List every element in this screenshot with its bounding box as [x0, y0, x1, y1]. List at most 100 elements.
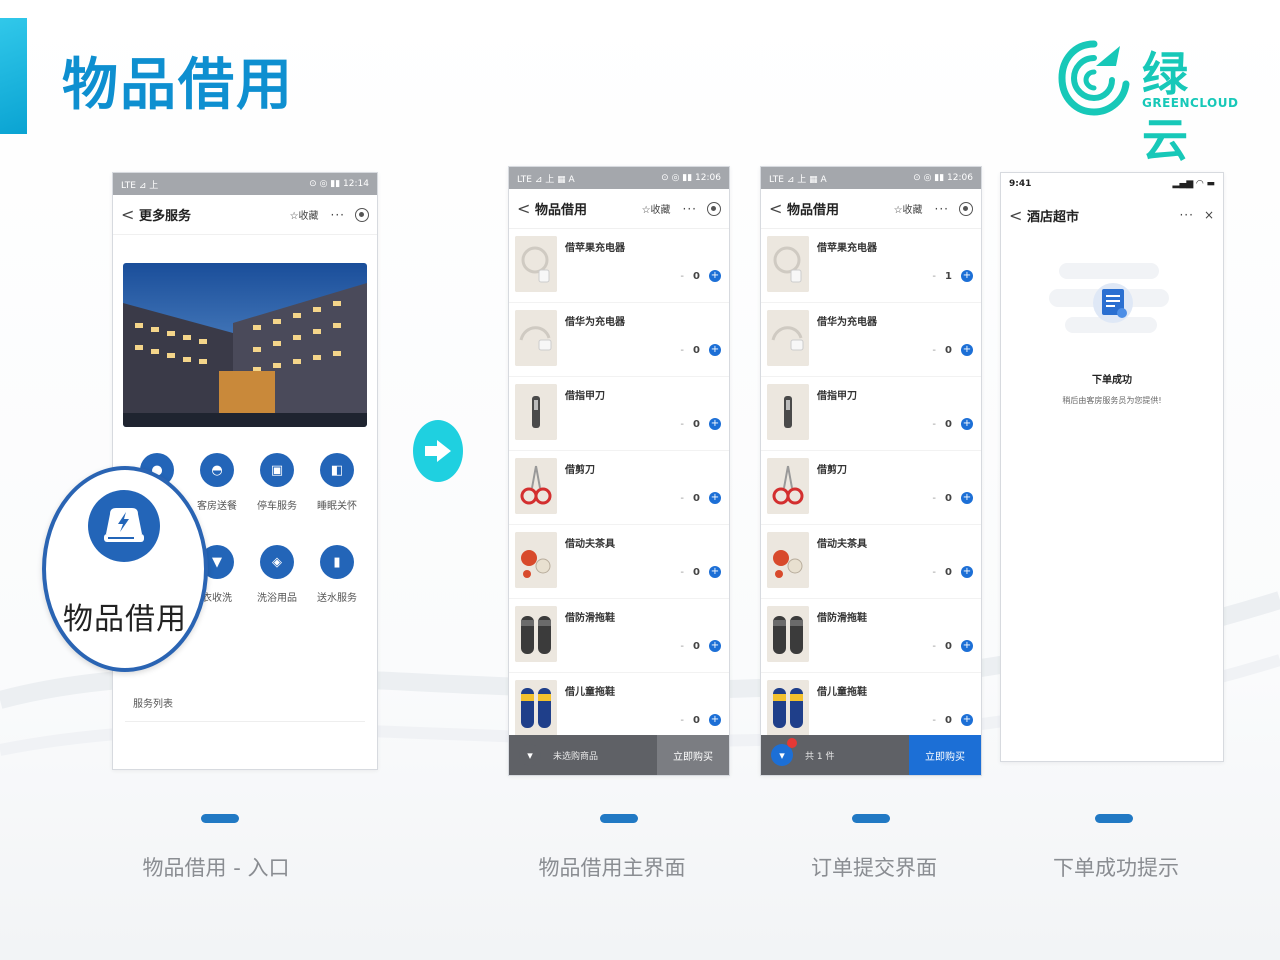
item-name: 借苹果充电器 — [565, 243, 625, 254]
minus-button[interactable]: - — [932, 271, 936, 282]
caption-marker — [201, 814, 239, 823]
cart-icon[interactable]: ▾ — [771, 738, 797, 766]
close-capsule-icon[interactable] — [707, 201, 721, 216]
cart-badge — [787, 738, 797, 748]
plus-button[interactable]: + — [709, 492, 721, 504]
minus-button[interactable]: - — [680, 271, 684, 282]
phone-order-screen: LTE ⊿ 上 ▦ A ⊙ ◎ ▮▮ 12:06 < 物品借用 ☆收藏 ··· … — [760, 166, 982, 776]
minus-button[interactable]: - — [680, 493, 684, 504]
item-name: 借剪刀 — [565, 465, 595, 476]
service-item-water[interactable]: ▮ 送水服务 — [307, 545, 367, 604]
bottle-icon: ◈ — [260, 545, 294, 579]
minus-button[interactable]: - — [680, 641, 684, 652]
item-row: 借剪刀 -0 + — [509, 451, 729, 525]
minus-button[interactable]: - — [932, 715, 936, 726]
back-icon[interactable]: < — [769, 199, 787, 218]
plus-button[interactable]: + — [709, 344, 721, 356]
minus-button[interactable]: - — [932, 567, 936, 578]
item-thumbnail — [515, 606, 557, 662]
minus-button[interactable]: - — [932, 641, 936, 652]
status-bar: LTE ⊿ 上 ▦ A ⊙ ◎ ▮▮ 12:06 — [761, 167, 981, 189]
phone-main-screen: LTE ⊿ 上 ▦ A ⊙ ◎ ▮▮ 12:06 < 物品借用 ☆收藏 ··· … — [508, 166, 730, 776]
plus-button[interactable]: + — [961, 492, 973, 504]
plus-button[interactable]: + — [961, 566, 973, 578]
plus-button[interactable]: + — [709, 566, 721, 578]
favorite-button[interactable]: ☆收藏 — [290, 207, 319, 222]
item-name: 借儿童拖鞋 — [817, 687, 867, 698]
item-name: 借指甲刀 — [565, 391, 605, 402]
item-name: 借动夫茶具 — [817, 539, 867, 550]
more-icon[interactable]: ··· — [1179, 208, 1193, 222]
item-name: 借儿童拖鞋 — [565, 687, 615, 698]
minus-button[interactable]: - — [680, 715, 684, 726]
divider — [125, 721, 365, 722]
plus-button[interactable]: + — [961, 714, 973, 726]
item-row: 借苹果充电器 -1 + — [761, 229, 981, 303]
plus-button[interactable]: + — [709, 714, 721, 726]
quantity-value: 0 — [945, 492, 952, 504]
item-row: 借防滑拖鞋 -0 + — [509, 599, 729, 673]
item-borrow-zoom-callout[interactable]: 物品借用 — [42, 466, 212, 676]
minus-button[interactable]: - — [680, 419, 684, 430]
phone-success-screen: 9:41 ▂▄▆ ◠ ▬ < 酒店超市 ··· × 下单成功 稍后由客房服务员为… — [1000, 172, 1224, 762]
service-list-label[interactable]: 服务列表 — [133, 695, 173, 710]
minus-button[interactable]: - — [932, 345, 936, 356]
item-name: 借剪刀 — [817, 465, 847, 476]
quantity-value: 0 — [693, 270, 700, 282]
item-thumbnail — [515, 532, 557, 588]
service-item-toiletries[interactable]: ◈ 洗浴用品 — [247, 545, 307, 604]
quantity-value: 0 — [945, 640, 952, 652]
moon-icon: ◧ — [320, 453, 354, 487]
minus-button[interactable]: - — [932, 493, 936, 504]
quantity-stepper: -0 + — [680, 714, 721, 726]
item-row: 借华为充电器 -0 + — [509, 303, 729, 377]
favorite-button[interactable]: ☆收藏 — [642, 201, 671, 216]
item-list: 借苹果充电器 -1 + 借华为充电器 -0 + 借指甲刀 -0 + 借剪刀 -0 + 借动夫茶具 -0 + 借… — [761, 229, 981, 747]
minus-button[interactable]: - — [680, 567, 684, 578]
quantity-stepper: -0 + — [932, 566, 973, 578]
item-row: 借剪刀 -0 + — [761, 451, 981, 525]
hotel-banner-image — [123, 263, 367, 427]
caption-order: 订单提交界面 — [811, 856, 937, 880]
water-icon: ▮ — [320, 545, 354, 579]
quantity-stepper: -0 + — [932, 492, 973, 504]
item-row: 借苹果充电器 -0 + — [509, 229, 729, 303]
cart-icon[interactable]: ▾ — [519, 744, 541, 766]
quantity-stepper: -1 + — [932, 270, 973, 282]
service-item-sleep-care[interactable]: ◧ 睡眠关怀 — [307, 453, 367, 512]
plus-button[interactable]: + — [961, 344, 973, 356]
close-capsule-icon[interactable] — [355, 207, 369, 222]
close-icon[interactable]: × — [1204, 208, 1215, 222]
minus-button[interactable]: - — [680, 345, 684, 356]
item-thumbnail — [515, 236, 557, 292]
close-capsule-icon[interactable] — [959, 201, 973, 216]
back-icon[interactable]: < — [121, 205, 139, 224]
buy-now-button[interactable]: 立即购买 — [657, 735, 729, 775]
quantity-value: 1 — [945, 270, 952, 282]
buy-now-button[interactable]: 立即购买 — [909, 735, 981, 775]
item-thumbnail — [515, 680, 557, 736]
plus-button[interactable]: + — [961, 270, 973, 282]
item-thumbnail — [767, 236, 809, 292]
plus-button[interactable]: + — [961, 640, 973, 652]
quantity-stepper: -0 + — [932, 714, 973, 726]
more-icon[interactable]: ··· — [935, 202, 949, 216]
service-item-parking[interactable]: ▣ 停车服务 — [247, 453, 307, 512]
back-icon[interactable]: < — [1009, 206, 1027, 225]
favorite-button[interactable]: ☆收藏 — [894, 201, 923, 216]
item-thumbnail — [515, 310, 557, 366]
more-icon[interactable]: ··· — [683, 202, 697, 216]
plus-button[interactable]: + — [709, 418, 721, 430]
plus-button[interactable]: + — [709, 270, 721, 282]
item-thumbnail — [767, 384, 809, 440]
car-icon: ▣ — [260, 453, 294, 487]
plus-button[interactable]: + — [961, 418, 973, 430]
cart-bar: ▾ 未选购商品 立即购买 — [509, 735, 729, 775]
quantity-stepper: -0 + — [932, 418, 973, 430]
plus-button[interactable]: + — [709, 640, 721, 652]
back-icon[interactable]: < — [517, 199, 535, 218]
quantity-value: 0 — [693, 418, 700, 430]
minus-button[interactable]: - — [932, 419, 936, 430]
slide-title: 物品借用 — [62, 53, 294, 118]
more-icon[interactable]: ··· — [331, 208, 345, 222]
